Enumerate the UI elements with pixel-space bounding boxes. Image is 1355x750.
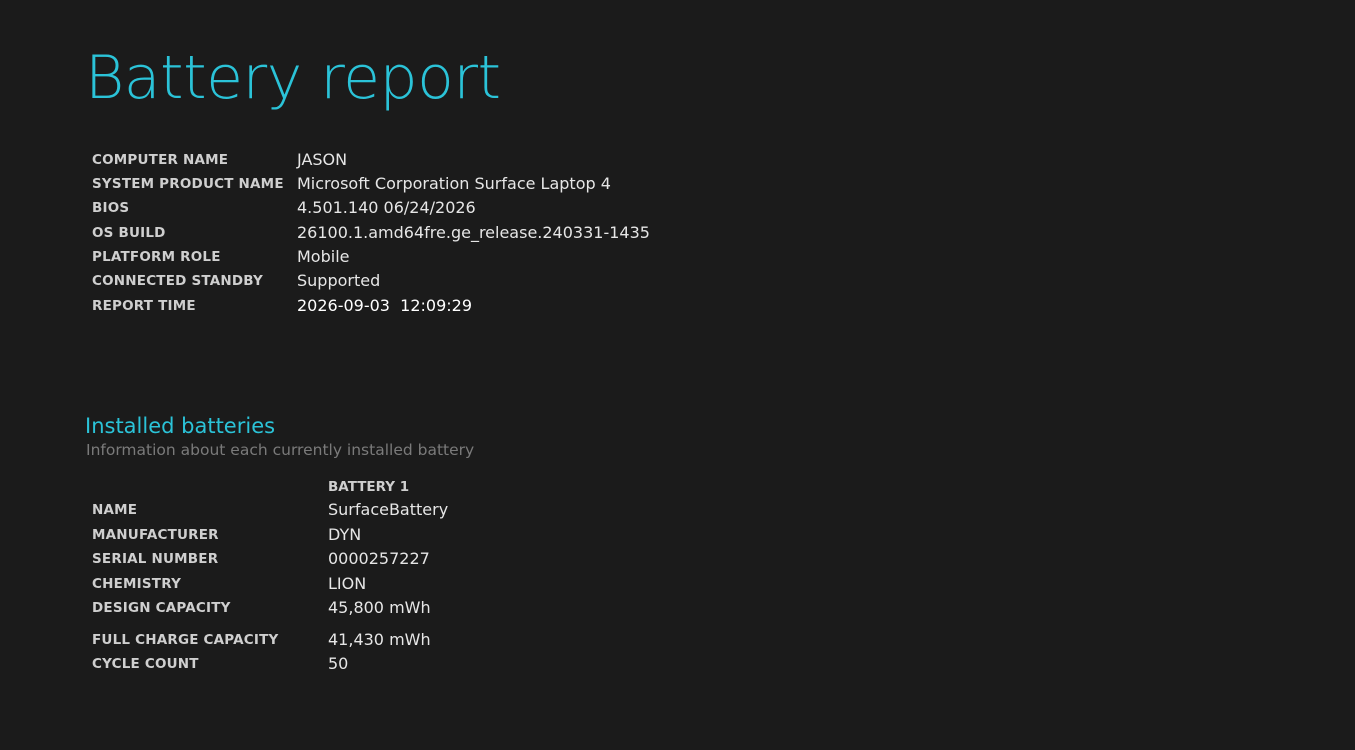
info-value: 26100.1.amd64fre.ge_release.240331-1435 [297,223,650,242]
battery-label: SERIAL NUMBER [92,551,219,567]
battery-column-header: BATTERY 1 [328,479,410,495]
page-title: Battery report [85,43,501,113]
info-value: 4.501.140 06/24/2026 [297,198,476,217]
info-label: SYSTEM PRODUCT NAME [92,176,284,192]
info-label: REPORT TIME [92,298,196,314]
battery-label: DESIGN CAPACITY [92,600,231,616]
battery-label: CHEMISTRY [92,576,182,592]
battery-label: MANUFACTURER [92,527,219,543]
battery-value: 0000257227 [328,549,430,568]
info-value: JASON [297,150,348,169]
info-label: BIOS [92,200,130,216]
battery-value: 45,800 mWh [328,598,431,617]
battery-label: CYCLE COUNT [92,656,199,672]
info-value: Mobile [297,247,350,266]
info-value: 2026-09-03 12:09:29 [297,296,473,315]
section-title-installed-batteries: Installed batteries [85,414,276,438]
battery-value: SurfaceBattery [328,500,449,519]
info-label: CONNECTED STANDBY [92,273,264,289]
info-value: Supported [297,271,381,290]
battery-label: FULL CHARGE CAPACITY [92,632,279,648]
battery-value: DYN [328,525,362,544]
battery-value: LION [328,574,367,593]
battery-value: 50 [328,654,349,673]
battery-value: 41,430 mWh [328,630,431,649]
info-label: PLATFORM ROLE [92,249,221,265]
section-subtitle: Information about each currently install… [86,441,475,459]
info-value: Microsoft Corporation Surface Laptop 4 [297,174,611,193]
battery-label: NAME [92,502,138,518]
battery-report-page: Battery report COMPUTER NAME JASON SYSTE… [0,0,1355,750]
info-label: OS BUILD [92,225,166,241]
info-label: COMPUTER NAME [92,152,229,168]
